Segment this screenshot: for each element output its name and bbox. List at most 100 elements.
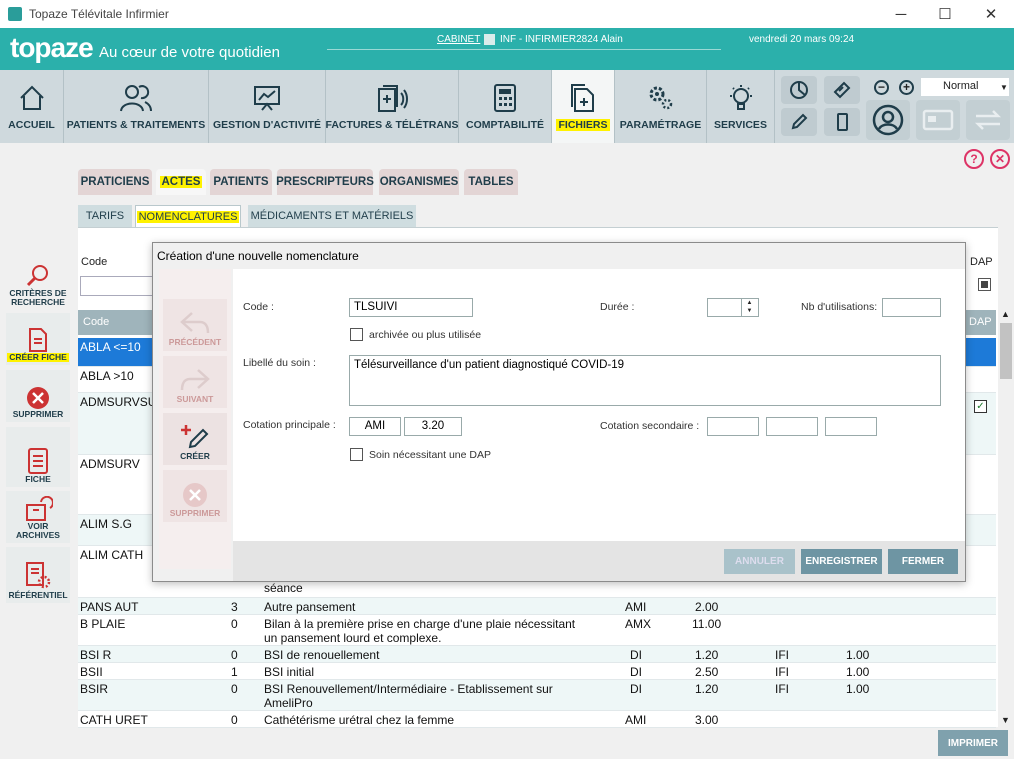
row-count: 0 xyxy=(231,682,238,696)
sidebar-creer-fiche[interactable]: CRÉER FICHE xyxy=(6,313,70,365)
toolbar-comptabilite[interactable]: COMPTABILITÉ xyxy=(459,70,552,143)
stats-pie-button[interactable] xyxy=(781,76,817,104)
dap-filter-checkbox[interactable] xyxy=(978,278,991,291)
tab-tables[interactable]: TABLES xyxy=(464,169,518,195)
new-nomenclature-dialog: Création d'une nouvelle nomenclature PRÉ… xyxy=(152,242,966,582)
cotation2-key-input[interactable] xyxy=(707,417,759,436)
tab-nomenclatures[interactable]: NOMENCLATURES xyxy=(135,205,241,227)
maximize-button[interactable]: ☐ xyxy=(922,0,968,28)
sync-button[interactable] xyxy=(966,100,1010,140)
card-reader-button[interactable] xyxy=(824,76,860,104)
tab-actes[interactable]: ACTES xyxy=(156,169,206,195)
tab-prescripteurs[interactable]: PRESCRIPTEURS xyxy=(276,169,374,195)
toolbar-factures[interactable]: FACTURES & TÉLÉTRANS xyxy=(326,70,459,143)
print-button[interactable]: IMPRIMER xyxy=(938,730,1008,756)
duree-spinner[interactable]: ▲ ▼ xyxy=(741,299,757,316)
tab-praticiens[interactable]: PRATICIENS xyxy=(78,169,152,195)
row-coef: 2.50 xyxy=(695,665,719,679)
cotation2-value-input[interactable] xyxy=(766,417,818,436)
row-desc: BSI de renouellement xyxy=(264,648,380,662)
nb-utilisations-input[interactable] xyxy=(882,298,941,317)
cotation2-extra-input[interactable] xyxy=(825,417,877,436)
enregistrer-button[interactable]: ENREGISTRER xyxy=(801,549,882,574)
column-code[interactable]: Code xyxy=(83,316,109,328)
table-row[interactable]: PANS AUT 3 Autre pansement AMI 2.00 xyxy=(78,598,996,615)
user-profile-button[interactable] xyxy=(866,100,910,140)
toolbar-parametrage[interactable]: PARAMÉTRAGE xyxy=(615,70,707,143)
dialog-suivant-button[interactable]: SUIVANT xyxy=(163,356,227,408)
phone-icon xyxy=(837,113,848,131)
close-window-button[interactable]: ✕ xyxy=(968,0,1014,28)
code-input[interactable]: TLSUIVI xyxy=(349,298,473,317)
cabinet-checkbox[interactable] xyxy=(484,34,495,45)
close-panel-icon[interactable]: ✕ xyxy=(990,149,1010,169)
minimize-button[interactable]: ─ xyxy=(878,0,924,28)
toolbar-gestion[interactable]: GESTION D'ACTIVITÉ xyxy=(209,70,326,143)
dialog-precedent-button[interactable]: PRÉCÉDENT xyxy=(163,299,227,351)
toolbar-label: FACTURES & TÉLÉTRANS xyxy=(325,119,459,131)
table-row[interactable]: BSII 1 BSI initial DI 2.50 IFI 1.00 xyxy=(78,663,996,680)
zoom-out-icon[interactable]: − xyxy=(874,80,889,95)
libelle-textarea[interactable]: Télésurveillance d'un patient diagnostiq… xyxy=(349,355,941,406)
pencil-icon xyxy=(791,113,808,130)
sidebar-fiche[interactable]: FICHE xyxy=(6,427,70,487)
table-row[interactable]: BSIR 0 BSI Renouvellement/Intermédiaire - … xyxy=(78,680,996,711)
lightbulb-icon xyxy=(724,81,758,115)
scroll-down-icon[interactable]: ▼ xyxy=(1001,715,1010,725)
dap-required-label: Soin nécessitant une DAP xyxy=(369,449,491,461)
dap-checked-icon[interactable]: ✓ xyxy=(974,400,987,413)
new-file-icon xyxy=(29,328,47,352)
cotation-key-input[interactable]: AMI xyxy=(349,417,401,436)
zoom-in-icon[interactable]: + xyxy=(899,80,914,95)
files-icon xyxy=(566,81,600,115)
tag-icon xyxy=(833,81,851,99)
cotation-value-input[interactable]: 3.20 xyxy=(404,417,462,436)
tab-organismes[interactable]: ORGANISMES xyxy=(379,169,459,195)
dialog-creer-button[interactable]: CRÉER xyxy=(163,413,227,465)
table-row[interactable]: CATH URET 0 Cathétérisme urétral chez la f… xyxy=(78,711,996,728)
dialog-side-label: SUIVANT xyxy=(176,394,214,404)
cabinet-bar: CABINET INF - INFIRMIER2824 Alain xyxy=(327,30,721,50)
tab-medicaments[interactable]: MÉDICAMENTS ET MATÉRIELS xyxy=(248,205,416,227)
archive-checkbox[interactable] xyxy=(350,328,363,341)
dialog-form: Code : TLSUIVI Durée : ▲ ▼ Nb d'utilisati… xyxy=(233,269,965,541)
scroll-up-icon[interactable]: ▲ xyxy=(1001,309,1010,319)
grid-scrollbar[interactable]: ▲ ▼ xyxy=(998,309,1014,727)
sidebar-supprimer[interactable]: SUPPRIMER xyxy=(6,370,70,422)
table-row[interactable]: BSI R 0 BSI de renouellement DI 1.20 IFI 1.00 xyxy=(78,646,996,663)
scrollbar-thumb[interactable] xyxy=(1000,323,1012,379)
edit-button[interactable] xyxy=(781,108,817,136)
row-desc: séance xyxy=(264,581,303,595)
sidebar-archives[interactable]: VOIR ARCHIVES xyxy=(6,491,70,543)
tab-patients[interactable]: PATIENTS xyxy=(210,169,272,195)
code-label: Code : xyxy=(243,301,274,313)
fermer-button[interactable]: FERMER xyxy=(888,549,958,574)
zoom-mode-select[interactable]: Normal xyxy=(921,78,1009,96)
help-icon[interactable]: ? xyxy=(964,149,984,169)
annuler-button[interactable]: ANNULER xyxy=(724,549,795,574)
dap-filter-label: DAP xyxy=(970,256,993,268)
pie-chart-icon xyxy=(790,81,808,99)
tab-tarifs[interactable]: TARIFS xyxy=(78,205,132,227)
column-dap[interactable]: DAP xyxy=(969,316,992,328)
code-search-input[interactable] xyxy=(80,276,160,296)
chevron-down-icon[interactable]: ▼ xyxy=(1000,83,1008,92)
sidebar-referentiel[interactable]: RÉFÉRENTIEL xyxy=(6,547,70,603)
dialog-supprimer-button[interactable]: SUPPRIMER xyxy=(163,470,227,522)
sidebar-label: RÉFÉRENTIEL xyxy=(8,590,68,600)
toolbar-accueil[interactable]: ACCUEIL xyxy=(0,70,64,143)
vitale-card-button[interactable] xyxy=(916,100,960,140)
row-count: 1 xyxy=(231,665,238,679)
cabinet-link[interactable]: CABINET xyxy=(437,34,480,45)
mobile-button[interactable] xyxy=(824,108,860,136)
row-code: ALIM CATH xyxy=(80,548,144,562)
table-row[interactable]: B PLAIE 0 Bilan à la première prise en cha… xyxy=(78,615,996,646)
toolbar-fichiers[interactable]: FICHIERS xyxy=(552,70,615,143)
row-code: ALIM S.G xyxy=(80,517,133,531)
row-cotation2: IFI xyxy=(775,682,789,696)
toolbar-services[interactable]: SERVICES xyxy=(707,70,775,143)
toolbar-patients[interactable]: PATIENTS & TRAITEMENTS xyxy=(64,70,209,143)
duree-label: Durée : xyxy=(600,301,635,313)
dap-required-checkbox[interactable] xyxy=(350,448,363,461)
sidebar-criteres[interactable]: CRITÈRES DE RECHERCHE xyxy=(6,255,70,310)
